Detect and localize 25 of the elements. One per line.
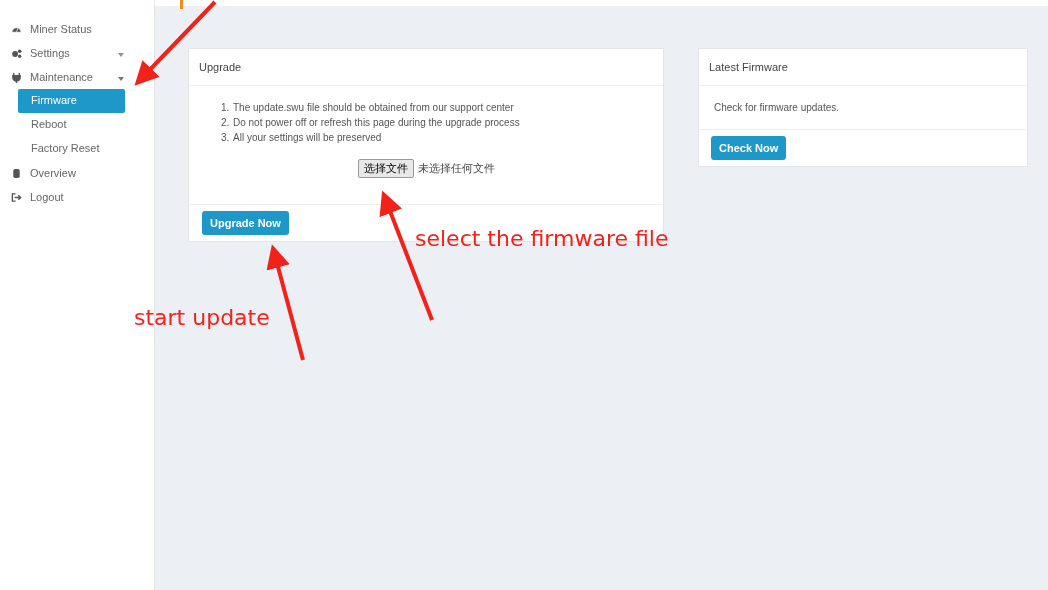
upgrade-now-button[interactable]: Upgrade Now — [202, 211, 289, 235]
check-now-button[interactable]: Check Now — [711, 136, 787, 160]
step-number: 3. — [221, 131, 231, 145]
sidebar-item[interactable]: Maintenance — [0, 65, 154, 89]
sidebar-item[interactable]: Logout — [0, 185, 154, 209]
card-title: Latest Firmware — [699, 49, 1027, 86]
sidebar-item[interactable]: Overview — [0, 161, 154, 185]
step-number: 2. — [221, 116, 231, 130]
instruction-step: All your settings will be preserved — [233, 130, 382, 145]
annotation-text: select the firmware file — [415, 226, 669, 251]
logout-icon — [11, 191, 22, 203]
sidebar-item[interactable]: Settings — [0, 41, 154, 65]
sidebar-subitem[interactable]: Firmware — [18, 89, 125, 113]
instruction-step: Do not power off or refresh this page during the upgrade process — [233, 115, 520, 130]
sidebar-item[interactable]: Miner Status — [0, 17, 154, 41]
plug-icon — [11, 71, 22, 83]
choose-file-button[interactable]: 选择文件 — [357, 159, 414, 178]
sidebar-subitem[interactable]: Reboot — [18, 113, 125, 137]
instruction-step: The update.swu file should be obtained from our support center — [233, 100, 514, 115]
card-title: Upgrade — [189, 49, 663, 86]
sidebar-subitem[interactable]: Factory Reset — [18, 137, 125, 161]
annotation-text: start update — [134, 305, 270, 330]
file-status: 未选择任何文件 — [417, 161, 495, 176]
step-number: 1. — [221, 101, 231, 115]
card-text: Check for firmware updates. — [714, 102, 840, 113]
